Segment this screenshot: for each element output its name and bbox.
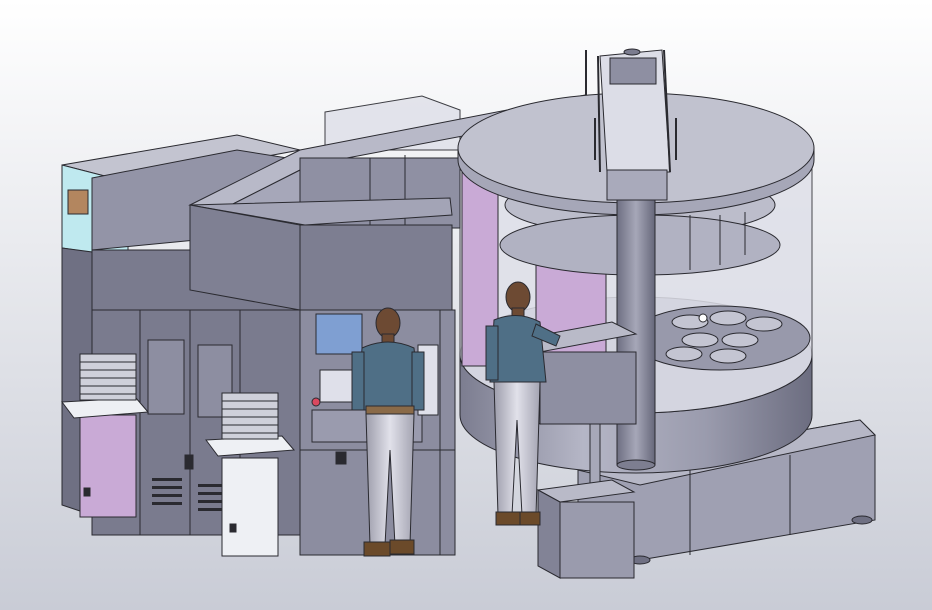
wafer-cassette-left bbox=[79, 353, 137, 401]
load-port-pedestal-left bbox=[79, 414, 137, 518]
access-hatch bbox=[67, 189, 89, 215]
operator-left-boots bbox=[363, 541, 391, 557]
load-port-pedestal-right bbox=[221, 457, 279, 557]
emergency-stop-icon bbox=[311, 397, 321, 407]
cad-render-stage bbox=[0, 0, 932, 610]
center-module-upper-front bbox=[299, 224, 453, 311]
ramp-base bbox=[606, 169, 668, 201]
cabinet-door-left bbox=[147, 339, 185, 415]
operator-right-boots bbox=[495, 511, 521, 526]
operator-left-jacket bbox=[357, 341, 421, 411]
control-stand-base bbox=[559, 501, 635, 579]
control-monitor bbox=[315, 313, 363, 355]
equipment-assembly-render bbox=[0, 0, 932, 610]
wafer-cassette-right bbox=[221, 392, 279, 440]
ramp-carriage bbox=[609, 57, 657, 85]
control-box-front bbox=[539, 351, 637, 425]
control-stand-post bbox=[589, 423, 601, 489]
